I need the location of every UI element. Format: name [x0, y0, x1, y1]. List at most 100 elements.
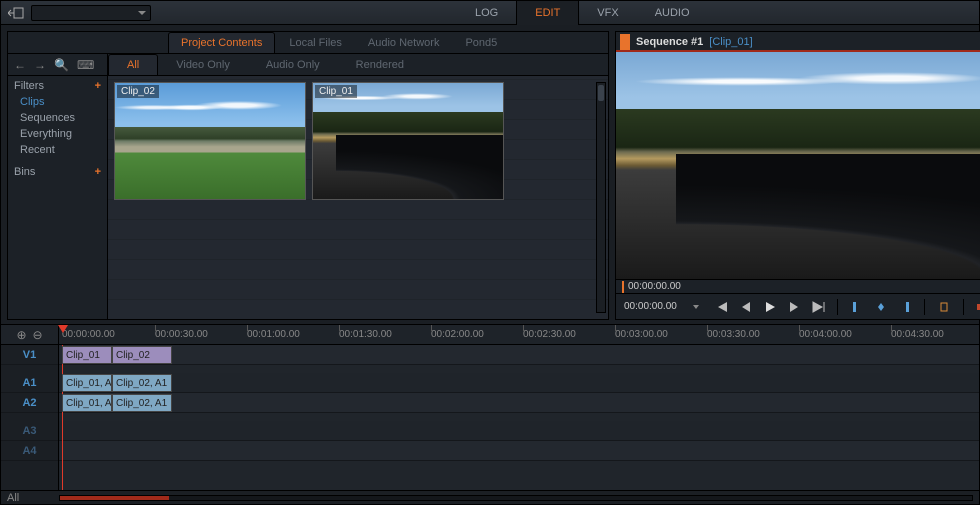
play-icon[interactable] — [763, 300, 777, 314]
nav-fwd-icon[interactable]: → — [34, 58, 46, 72]
ruler-mark: 00:04:00.00 — [799, 325, 852, 344]
thumbnail-image — [313, 83, 503, 199]
ruler-mark: 00:01:00.00 — [247, 325, 300, 344]
track-header-a3[interactable]: A3 — [1, 421, 58, 441]
timeline-playhead[interactable] — [62, 345, 63, 490]
timeline-clip[interactable]: Clip_01, A1 — [62, 374, 112, 392]
timeline-body: V1 A1 A2 A3 A4 Clip_01Clip_02Clip_01, A1… — [1, 345, 979, 490]
viewer-transport: 00:00:00.00 — [616, 293, 980, 319]
tab-rendered[interactable]: Rendered — [338, 55, 422, 75]
filters-heading: Filters + — [14, 80, 101, 92]
separator — [963, 299, 964, 315]
bins-heading: Bins + — [14, 166, 101, 178]
ruler-mark: 00:02:30.00 — [523, 325, 576, 344]
mode-edit[interactable]: EDIT — [516, 1, 579, 25]
filter-clips[interactable]: Clips — [14, 94, 101, 110]
scrollbar[interactable] — [596, 82, 606, 313]
track-header-a1[interactable]: A1 — [1, 373, 58, 393]
tab-pond5[interactable]: Pond5 — [453, 33, 509, 53]
ruler-mark: 00:03:30.00 — [707, 325, 760, 344]
browser-body: ← → 🔍 ⌨ Filters + Clips Sequences Everyt… — [8, 54, 608, 319]
filter-recent[interactable]: Recent — [14, 142, 101, 158]
track-a2[interactable] — [59, 393, 979, 413]
viewer-image — [616, 52, 980, 279]
timeline-panel: ⊕ ⊖ 00:00:00.0000:00:30.0000:01:00.0000:… — [1, 324, 979, 504]
viewer-panel: Sequence #1 [Clip_01] 00:00:00.00 00:00:… — [615, 31, 980, 320]
tab-project-contents[interactable]: Project Contents — [168, 32, 275, 53]
separator — [837, 299, 838, 315]
clip-thumbnail[interactable]: Clip_02 — [114, 82, 306, 200]
mode-tabs: LOG EDIT VFX AUDIO — [457, 1, 708, 25]
go-start-icon[interactable] — [715, 300, 729, 314]
viewer-canvas[interactable] — [616, 52, 980, 279]
ruler-mark: 00:00:00.00 — [62, 325, 115, 344]
viewer-scrub-bar[interactable]: 00:00:00.00 — [616, 279, 980, 293]
navigator-range[interactable] — [60, 496, 169, 500]
filter-everything[interactable]: Everything — [14, 126, 101, 142]
mark-out-icon[interactable] — [898, 300, 912, 314]
mode-audio[interactable]: AUDIO — [637, 1, 708, 25]
step-back-icon[interactable] — [739, 300, 753, 314]
menu-bar: LOG EDIT VFX AUDIO — [1, 1, 979, 25]
insert-clip-icon[interactable] — [976, 300, 980, 314]
track-a3[interactable] — [59, 421, 979, 441]
transport-timecode: 00:00:00.00 — [624, 301, 677, 312]
sequence-flag-icon[interactable] — [620, 34, 630, 50]
playhead-icon[interactable] — [622, 281, 624, 293]
add-marker-icon[interactable] — [937, 300, 951, 314]
track-header-a2[interactable]: A2 — [1, 393, 58, 413]
timecode-menu-icon[interactable] — [693, 305, 699, 309]
timeline-clip[interactable]: Clip_02, A1 — [112, 394, 172, 412]
timeline-ruler[interactable]: ⊕ ⊖ 00:00:00.0000:00:30.0000:01:00.0000:… — [1, 325, 979, 345]
timeline-clip[interactable]: Clip_02, A1 — [112, 374, 172, 392]
track-a1[interactable] — [59, 373, 979, 393]
timeline-navigator[interactable] — [59, 495, 973, 501]
browser-panel: Project Contents Local Files Audio Netwo… — [7, 31, 609, 320]
tab-video-only[interactable]: Video Only — [158, 55, 248, 75]
tab-audio-network[interactable]: Audio Network — [356, 33, 452, 53]
thumbnail-image — [115, 83, 305, 199]
mark-in-icon[interactable] — [850, 300, 864, 314]
mode-vfx[interactable]: VFX — [579, 1, 636, 25]
filters-label: Filters — [14, 80, 44, 92]
scrub-timecode: 00:00:00.00 — [628, 281, 681, 292]
timeline-clip[interactable]: Clip_02 — [112, 346, 172, 364]
zoom-out-icon[interactable]: ⊖ — [33, 328, 43, 342]
browser-content: All Video Only Audio Only Rendered Clip_… — [108, 54, 608, 319]
nav-back-icon[interactable]: ← — [14, 58, 26, 72]
track-gap — [1, 413, 58, 421]
timeline-clip[interactable]: Clip_01 — [62, 346, 112, 364]
app-window: LOG EDIT VFX AUDIO Project Contents Loca… — [0, 0, 980, 505]
zoom-controls: ⊕ ⊖ — [1, 325, 59, 344]
clip-thumbnail[interactable]: Clip_01 — [312, 82, 504, 200]
content-filter-tabs: All Video Only Audio Only Rendered — [108, 54, 608, 76]
bins-label: Bins — [14, 166, 35, 178]
timeline-clip[interactable]: Clip_01, A1 — [62, 394, 112, 412]
track-v1[interactable] — [59, 345, 979, 365]
clear-marks-icon[interactable] — [874, 300, 888, 314]
keyboard-icon[interactable]: ⌨ — [77, 58, 94, 72]
viewer-clip-name: [Clip_01] — [709, 36, 752, 48]
tab-local-files[interactable]: Local Files — [277, 33, 354, 53]
exit-icon[interactable] — [7, 5, 25, 21]
bins-section: Bins + — [8, 162, 107, 184]
track-header-a4[interactable]: A4 — [1, 441, 58, 461]
step-fwd-icon[interactable] — [787, 300, 801, 314]
project-dropdown[interactable] — [31, 5, 151, 21]
mode-log[interactable]: LOG — [457, 1, 516, 25]
add-bin-icon[interactable]: + — [95, 166, 101, 178]
ruler-marks[interactable]: 00:00:00.0000:00:30.0000:01:00.0000:01:3… — [59, 325, 979, 344]
filter-sequences[interactable]: Sequences — [14, 110, 101, 126]
track-header-v1[interactable]: V1 — [1, 345, 58, 365]
scrollbar-knob[interactable] — [598, 85, 604, 101]
tab-all[interactable]: All — [108, 54, 158, 75]
search-icon[interactable]: 🔍 — [54, 58, 69, 72]
zoom-in-icon[interactable]: ⊕ — [16, 328, 26, 342]
footer-all-label[interactable]: All — [7, 492, 59, 504]
go-end-icon[interactable] — [811, 300, 825, 314]
tab-audio-only[interactable]: Audio Only — [248, 55, 338, 75]
track-area[interactable]: Clip_01Clip_02Clip_01, A1Clip_02, A1Clip… — [59, 345, 979, 490]
browser-sidebar: ← → 🔍 ⌨ Filters + Clips Sequences Everyt… — [8, 54, 108, 319]
track-a4[interactable] — [59, 441, 979, 461]
add-filter-icon[interactable]: + — [95, 80, 101, 92]
